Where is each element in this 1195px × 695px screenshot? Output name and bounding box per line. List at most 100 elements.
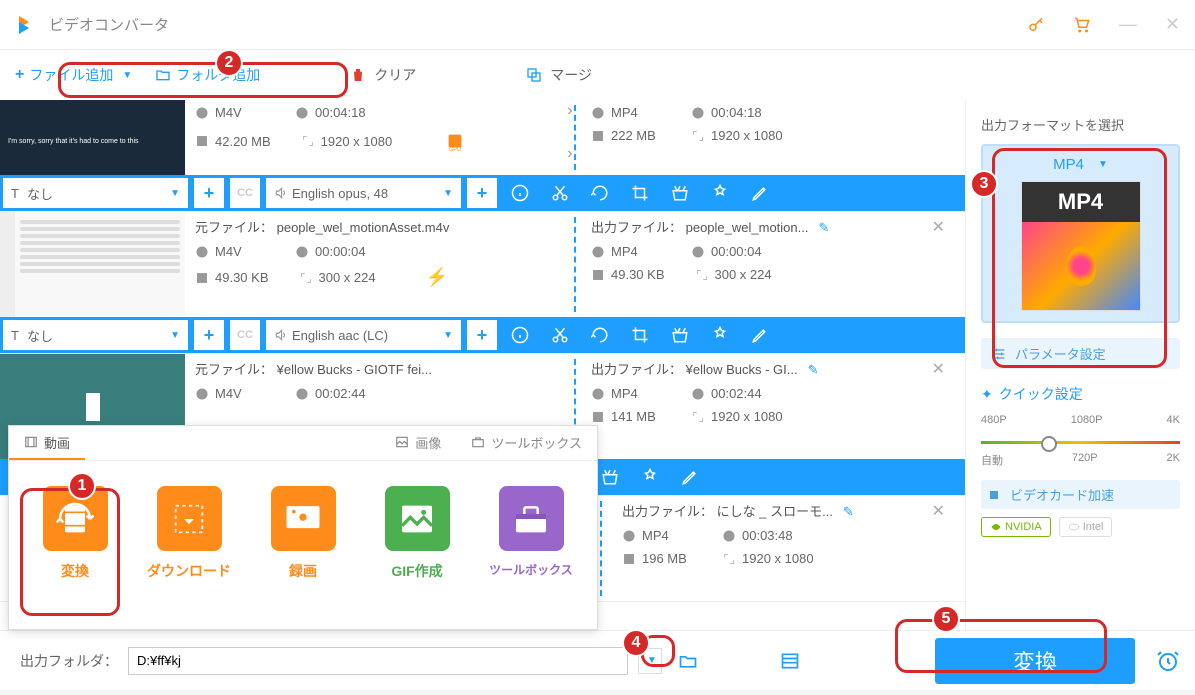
watermark-icon[interactable] bbox=[700, 326, 740, 344]
intel-badge: Intel bbox=[1059, 517, 1113, 537]
merge-icon bbox=[526, 67, 542, 83]
add-folder-button[interactable]: フォルダ追加 bbox=[155, 65, 260, 85]
edit-name-button[interactable]: ✎ bbox=[818, 220, 829, 235]
file-row: I'm sorry, sorry that it's had to come t… bbox=[0, 100, 965, 212]
cut-icon[interactable] bbox=[540, 184, 580, 202]
add-subtitle-button[interactable]: + bbox=[194, 178, 224, 208]
edit-icon[interactable] bbox=[740, 326, 780, 344]
tab-video[interactable]: 動画 bbox=[9, 426, 85, 460]
output-panel-title: 出力フォーマットを選択 bbox=[981, 115, 1180, 134]
annotation-1: 1 bbox=[68, 472, 96, 500]
audio-select[interactable]: English aac (LC)▼ bbox=[266, 320, 461, 350]
size-icon bbox=[591, 129, 605, 143]
cart-icon[interactable] bbox=[1073, 16, 1091, 34]
app-logo-icon bbox=[15, 13, 39, 37]
chevron-down-icon: ▼ bbox=[1098, 159, 1108, 170]
app-title: ビデオコンバータ bbox=[49, 14, 169, 35]
svg-text:GPU: GPU bbox=[449, 147, 461, 152]
add-subtitle-button[interactable]: + bbox=[194, 320, 224, 350]
output-filename: 出力ファイル： ¥ellow Bucks - GI...✎ bbox=[591, 359, 955, 378]
watermark-icon[interactable] bbox=[630, 468, 670, 486]
tab-toolbox[interactable]: ツールボックス bbox=[456, 426, 597, 460]
remove-file-button[interactable]: ✕ bbox=[932, 217, 945, 237]
open-folder-button[interactable] bbox=[672, 645, 704, 677]
convert-button[interactable]: 変換 bbox=[935, 638, 1135, 684]
sliders-icon bbox=[991, 346, 1007, 362]
watermark-icon[interactable] bbox=[700, 184, 740, 202]
add-audio-button[interactable]: + bbox=[467, 178, 497, 208]
clear-button[interactable]: クリア bbox=[374, 65, 416, 85]
quick-settings-title: ✦クイック設定 bbox=[981, 384, 1180, 404]
clock-icon bbox=[295, 106, 309, 120]
quality-slider[interactable] bbox=[981, 441, 1180, 444]
list-view-button[interactable] bbox=[774, 645, 806, 677]
effects-icon[interactable] bbox=[660, 184, 700, 202]
crop-icon[interactable] bbox=[620, 184, 660, 202]
gpu-accel-toggle[interactable]: ビデオカード加速 bbox=[981, 480, 1180, 509]
annotation-5: 5 bbox=[932, 605, 960, 633]
tool-download[interactable]: ダウンロード bbox=[138, 476, 240, 591]
size-icon bbox=[195, 134, 209, 148]
effects-icon[interactable] bbox=[660, 326, 700, 344]
info-icon[interactable] bbox=[500, 184, 540, 202]
output-folder-label: 出力フォルダ： bbox=[20, 651, 118, 671]
action-bar: T なし▼ + CC English opus, 48▼ + bbox=[0, 175, 965, 211]
remove-file-button[interactable]: ✕ bbox=[932, 501, 945, 521]
rotate-icon[interactable] bbox=[580, 184, 620, 202]
quality-labels: 480P 1080P 4K bbox=[981, 414, 1180, 426]
clock-icon bbox=[691, 106, 705, 120]
lightning-icon: ⚡ bbox=[426, 267, 448, 288]
film-icon bbox=[24, 435, 38, 449]
chip-icon bbox=[986, 487, 1002, 503]
source-filename: 元ファイル： people_wel_motionAsset.m4v bbox=[195, 217, 559, 236]
edit-icon[interactable] bbox=[670, 468, 710, 486]
subtitle-select[interactable]: T なし▼ bbox=[3, 320, 188, 350]
format-icon bbox=[591, 106, 605, 120]
tab-image[interactable]: 画像 bbox=[380, 426, 456, 460]
toolbox-icon bbox=[471, 435, 485, 449]
annotation-2: 2 bbox=[215, 49, 243, 77]
source-filename: 元ファイル： ¥ellow Bucks - GIOTF fei... bbox=[195, 359, 559, 378]
trash-icon bbox=[350, 67, 366, 83]
video-thumbnail[interactable]: I'm sorry, sorry that it's had to come t… bbox=[0, 100, 185, 175]
cc-button[interactable]: CC bbox=[230, 320, 260, 350]
crop-icon[interactable] bbox=[620, 326, 660, 344]
folder-icon bbox=[155, 67, 171, 83]
nvidia-badge: NVIDIA bbox=[981, 517, 1051, 537]
tool-toolbox[interactable]: ツールボックス bbox=[480, 476, 582, 591]
tool-gif[interactable]: GIF作成 bbox=[366, 476, 468, 591]
chevron-down-icon[interactable]: ▼ bbox=[122, 70, 132, 81]
resolution-icon bbox=[691, 129, 705, 143]
add-file-button[interactable]: + ファイル追加 ▼ bbox=[15, 65, 132, 85]
edit-name-button[interactable]: ✎ bbox=[843, 504, 854, 519]
alarm-icon[interactable] bbox=[1156, 649, 1180, 673]
annotation-4: 4 bbox=[622, 629, 650, 657]
video-thumbnail[interactable] bbox=[0, 212, 185, 317]
add-audio-button[interactable]: + bbox=[467, 320, 497, 350]
subtitle-select[interactable]: T なし▼ bbox=[3, 178, 188, 208]
resolution-icon bbox=[301, 134, 315, 148]
key-icon[interactable] bbox=[1027, 16, 1045, 34]
close-icon[interactable]: ✕ bbox=[1165, 14, 1180, 35]
edit-name-button[interactable]: ✎ bbox=[808, 362, 819, 377]
bottom-bar: 出力フォルダ： ▼ 変換 bbox=[0, 630, 1195, 690]
output-folder-input[interactable] bbox=[128, 647, 628, 675]
info-icon[interactable] bbox=[500, 326, 540, 344]
quality-labels: 自動 720P 2K bbox=[981, 452, 1180, 468]
output-filename: 出力ファイル： にしな _ スローモ...✎ bbox=[622, 501, 955, 520]
output-format-selector[interactable]: MP4▼ MP4 bbox=[981, 144, 1180, 323]
merge-button[interactable]: マージ bbox=[550, 65, 592, 85]
parameter-settings-button[interactable]: パラメータ設定 bbox=[981, 338, 1180, 369]
tool-record[interactable]: 録画 bbox=[252, 476, 354, 591]
arrow-right-icon: › bbox=[567, 102, 572, 120]
cut-icon[interactable] bbox=[540, 326, 580, 344]
edit-icon[interactable] bbox=[740, 184, 780, 202]
audio-select[interactable]: English opus, 48▼ bbox=[266, 178, 461, 208]
toolbar: + ファイル追加 ▼ フォルダ追加 クリア マージ bbox=[0, 50, 1195, 100]
cc-button[interactable]: CC bbox=[230, 178, 260, 208]
remove-file-button[interactable]: ✕ bbox=[932, 359, 945, 379]
speaker-icon bbox=[274, 186, 288, 200]
gpu-icon: GPU bbox=[442, 128, 468, 154]
rotate-icon[interactable] bbox=[580, 326, 620, 344]
minimize-icon[interactable]: — bbox=[1119, 14, 1137, 35]
